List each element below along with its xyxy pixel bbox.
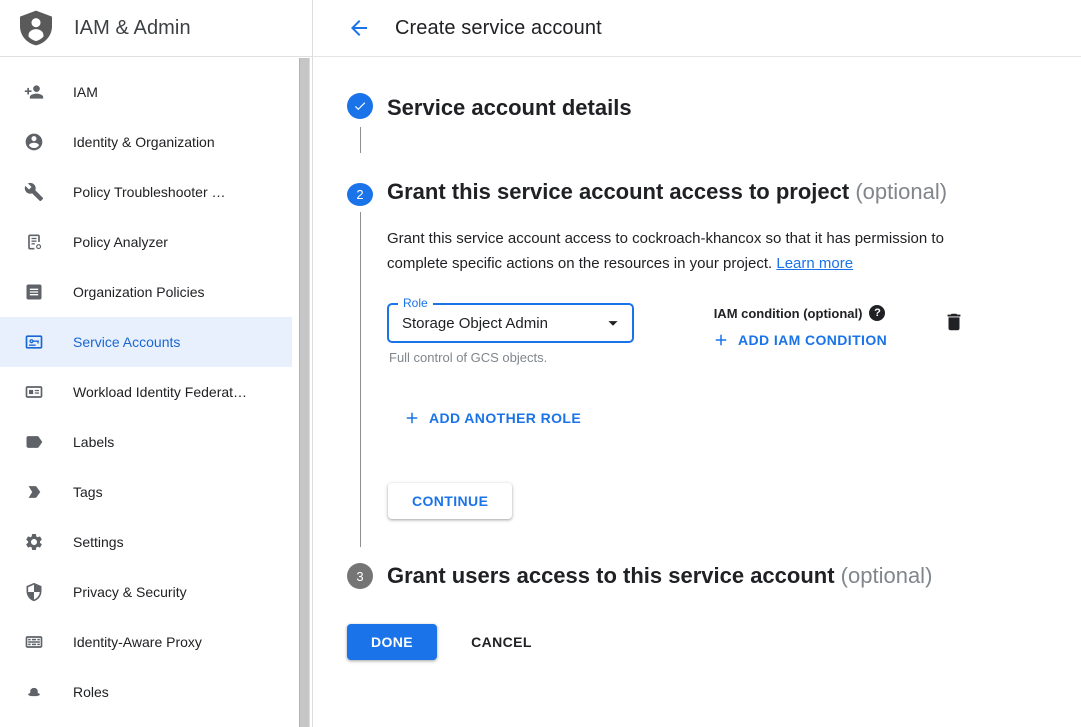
iam-admin-app: IAM & Admin IAM Identity & Organization …: [0, 0, 1081, 727]
hat-icon: [24, 682, 44, 702]
role-helper-text: Full control of GCS objects.: [389, 350, 634, 365]
sidebar-item-service-accounts[interactable]: Service Accounts: [0, 317, 292, 367]
plus-icon: [712, 331, 730, 349]
main-panel: Create service account Service account d…: [313, 0, 1081, 727]
sidebar-item-label: Settings: [73, 534, 124, 550]
label-icon: [24, 432, 44, 452]
person-add-icon: [24, 82, 44, 102]
sidebar-item-identity-aware-proxy[interactable]: Identity-Aware Proxy: [0, 617, 292, 667]
chevron-down-icon: [602, 312, 624, 334]
sidebar-item-label: IAM: [73, 84, 98, 100]
sidebar-item-label: Policy Troubleshooter …: [73, 184, 226, 200]
step-connector: [360, 212, 361, 547]
sidebar-item-label: Identity & Organization: [73, 134, 215, 150]
step-1: Service account details: [347, 93, 1081, 161]
sidebar-item-labels[interactable]: Labels: [0, 417, 292, 467]
shield-icon: [24, 582, 44, 602]
sidebar-item-tags[interactable]: Tags: [0, 467, 292, 517]
help-icon[interactable]: ?: [869, 305, 885, 321]
sidebar-item-label: Roles: [73, 684, 109, 700]
sidebar-item-policy-troubleshooter[interactable]: Policy Troubleshooter …: [0, 167, 292, 217]
document-icon: [24, 282, 44, 302]
sidebar-header: IAM & Admin: [0, 0, 312, 57]
step-2-optional: (optional): [855, 179, 947, 204]
iam-condition-label: IAM condition (optional): [714, 306, 863, 321]
create-service-account-form: Service account details 2 Grant this ser…: [313, 57, 1081, 660]
step-3-title: Grant users access to this service accou…: [387, 559, 1081, 592]
back-arrow-icon[interactable]: [347, 16, 371, 40]
step-3: 3 Grant users access to this service acc…: [347, 563, 1081, 592]
sidebar-item-label: Service Accounts: [73, 334, 180, 350]
step-1-complete-icon: [347, 93, 373, 119]
policy-analyzer-icon: [24, 232, 44, 252]
step-2-number: 2: [347, 183, 373, 206]
continue-button[interactable]: CONTINUE: [388, 483, 512, 519]
form-actions: DONE CANCEL: [347, 624, 1081, 660]
step-3-optional: (optional): [841, 563, 933, 588]
done-button[interactable]: DONE: [347, 624, 437, 660]
service-account-icon: [24, 332, 44, 352]
role-select-label: Role: [398, 296, 433, 310]
sidebar-item-label: Labels: [73, 434, 114, 450]
sidebar-item-label: Privacy & Security: [73, 584, 187, 600]
sidebar-item-policy-analyzer[interactable]: Policy Analyzer: [0, 217, 292, 267]
sidebar-item-label: Identity-Aware Proxy: [73, 634, 202, 650]
sidebar-item-settings[interactable]: Settings: [0, 517, 292, 567]
badge-icon: [24, 382, 44, 402]
plus-icon: [403, 409, 421, 427]
tag-icon: [24, 482, 44, 502]
sidebar-item-label: Tags: [73, 484, 103, 500]
cancel-button[interactable]: CANCEL: [455, 624, 548, 660]
sidebar-scrollbar-thumb[interactable]: [299, 58, 310, 727]
account-circle-icon: [24, 132, 44, 152]
gear-icon: [24, 532, 44, 552]
product-title: IAM & Admin: [74, 17, 191, 40]
learn-more-link[interactable]: Learn more: [776, 255, 853, 272]
main-header: Create service account: [313, 0, 1081, 57]
sidebar-nav: IAM Identity & Organization Policy Troub…: [0, 57, 312, 717]
sidebar-scrollbar-track: [298, 58, 311, 727]
add-another-role-button[interactable]: ADD ANOTHER ROLE: [395, 403, 589, 433]
add-iam-condition-button[interactable]: ADD IAM CONDITION: [704, 325, 895, 355]
step-1-title: Service account details: [387, 91, 1081, 161]
page-title: Create service account: [395, 17, 602, 40]
sidebar-item-workload-identity-federation[interactable]: Workload Identity Federat…: [0, 367, 292, 417]
iam-admin-logo-icon: [20, 10, 52, 46]
sidebar-item-organization-policies[interactable]: Organization Policies: [0, 267, 292, 317]
sidebar-item-identity-organization[interactable]: Identity & Organization: [0, 117, 292, 167]
sidebar-item-iam[interactable]: IAM: [0, 67, 292, 117]
sidebar-item-label: Organization Policies: [73, 284, 205, 300]
sidebar-item-label: Workload Identity Federat…: [73, 384, 247, 400]
delete-role-icon[interactable]: [943, 311, 965, 333]
role-select[interactable]: Role Storage Object Admin: [387, 303, 634, 343]
proxy-icon: [24, 632, 44, 652]
step-2-description: Grant this service account access to coc…: [387, 226, 979, 276]
role-select-value: Storage Object Admin: [389, 315, 602, 332]
step-3-number: 3: [347, 563, 373, 589]
wrench-icon: [24, 182, 44, 202]
step-2-title: Grant this service account access to pro…: [387, 175, 987, 208]
sidebar-item-privacy-security[interactable]: Privacy & Security: [0, 567, 292, 617]
sidebar-item-roles[interactable]: Roles: [0, 667, 292, 717]
sidebar: IAM & Admin IAM Identity & Organization …: [0, 0, 313, 727]
role-row: Role Storage Object Admin Full control o…: [387, 303, 979, 365]
iam-condition-section: IAM condition (optional) ? ADD IAM CONDI…: [704, 303, 895, 355]
step-connector: [360, 127, 361, 153]
sidebar-item-label: Policy Analyzer: [73, 234, 168, 250]
step-2: 2 Grant this service account access to p…: [347, 175, 1081, 547]
